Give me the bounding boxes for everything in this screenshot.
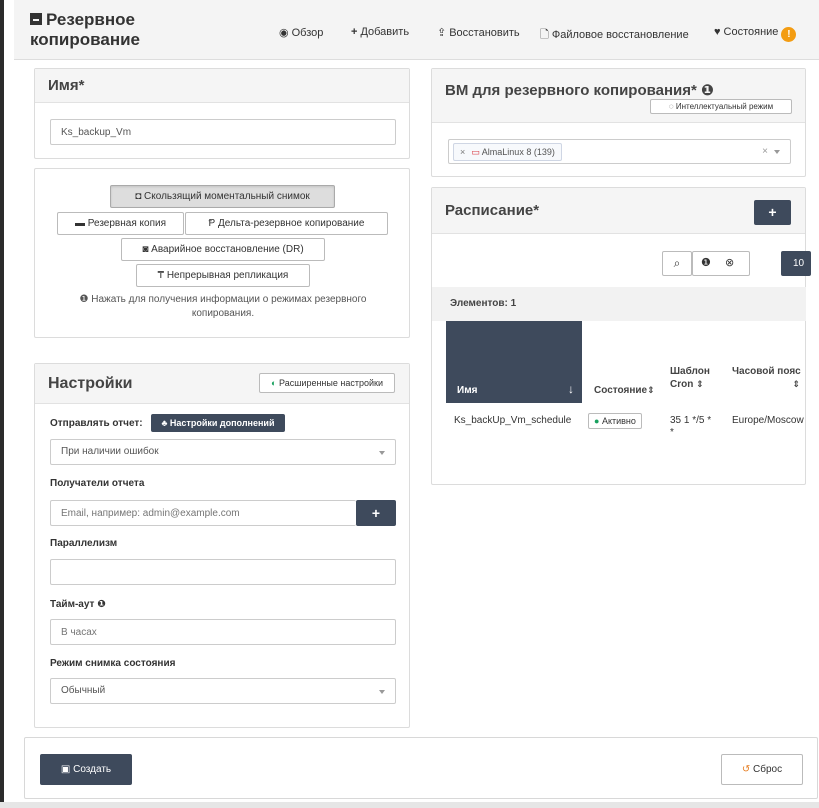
nav-overview[interactable]: ◉ Обзор [279, 26, 323, 39]
mode-delta-backup-button[interactable]: Ᵽ Дельта-резервное копирование [185, 212, 388, 235]
report-label: Отправлять отчет: [50, 418, 143, 429]
delta-icon: Ᵽ [208, 218, 216, 229]
sort-icon: ⇕ [647, 385, 655, 395]
addons-settings-button[interactable]: ♣ Настройки дополнений [151, 414, 285, 432]
nav-file-restore[interactable]: 🗋 Файловое восстановление [540, 26, 689, 45]
window-frame-bottom [0, 802, 819, 808]
replication-icon: ₸ [157, 270, 165, 281]
file-icon: 🗋 [540, 29, 549, 41]
cron-column-header[interactable]: Шаблон Cron ⇕ [670, 365, 716, 391]
parallelism-label: Параллелизм [50, 538, 118, 549]
archive-icon: ▬ [74, 218, 85, 229]
remove-vm-icon[interactable]: × [460, 147, 465, 157]
name-panel: Имя* [34, 68, 410, 159]
eye-icon: ◉ [279, 27, 289, 39]
form-footer: ▣ Создать ↺ Сброс [24, 737, 818, 799]
nav-restore[interactable]: ⇪ Восстановить [437, 26, 520, 39]
clear-filter-icon[interactable]: ⊗ [725, 256, 734, 269]
chevron-down-icon [379, 690, 385, 694]
toggle-on-icon: ◐ [271, 378, 277, 388]
archive-icon [30, 13, 42, 25]
advanced-settings-toggle[interactable]: ◐ Расширенные настройки [259, 373, 395, 393]
puzzle-icon: ♣ [161, 418, 168, 428]
sort-icon: ⇕ [696, 379, 704, 389]
modes-info-link[interactable]: ❶ Нажать для получения информации о режи… [55, 293, 391, 321]
chevron-down-icon [379, 451, 385, 455]
add-schedule-button[interactable]: + [754, 200, 791, 225]
save-icon: ▣ [60, 764, 71, 775]
clear-selection-icon[interactable]: × [762, 140, 768, 164]
plus-icon: + [768, 204, 777, 220]
items-count: Элементов: 1 [450, 298, 517, 309]
state-column-header[interactable]: Состояние⇕ [594, 384, 655, 397]
parallelism-input[interactable] [50, 559, 396, 585]
vms-panel: ВМ для резервного копирования* ❶ ◌ Интел… [431, 68, 806, 177]
info-icon: ❶ [97, 599, 106, 610]
plus-icon: + [371, 505, 381, 521]
mode-replication-button[interactable]: ₸ Непрерывная репликация [136, 264, 310, 287]
page-title: Резервное копирование [30, 10, 141, 49]
info-icon[interactable]: ❶ [701, 256, 711, 269]
info-icon: ❶ [701, 82, 714, 99]
disaster-recovery-icon: ◙ [142, 244, 149, 255]
sorted-column-header[interactable]: Имя ↓ [446, 321, 582, 403]
add-recipient-button[interactable]: + [356, 500, 396, 526]
create-button[interactable]: ▣ Создать [40, 754, 132, 785]
schedule-title: Расписание* [445, 202, 540, 219]
nav-health[interactable]: ♥ Состояние! [714, 26, 797, 42]
plus-icon: + [351, 26, 358, 38]
smart-mode-toggle[interactable]: ◌ Интеллектуальный режим [650, 99, 792, 114]
recipients-label: Получатели отчета [50, 478, 145, 489]
vms-title: ВМ для резервного копирования* ❶ [445, 82, 714, 99]
search-icon: ⌕ [673, 256, 681, 270]
warning-badge: ! [781, 27, 797, 42]
sort-icon: ⇕ [792, 379, 800, 389]
mode-rolling-snapshot-button[interactable]: ◘ Скользящий моментальный снимок [110, 185, 335, 208]
table-row[interactable]: Ks_backUp_Vm_schedule ● Активно 35 1 */5… [432, 403, 806, 465]
upload-icon: ⇪ [437, 27, 447, 39]
timeout-label: Тайм-аут ❶ [50, 599, 106, 610]
report-when-select[interactable]: При наличии ошибок [50, 439, 396, 465]
reset-button[interactable]: ↺ Сброс [721, 754, 803, 785]
undo-icon: ↺ [741, 764, 751, 775]
backup-name-input[interactable] [50, 119, 396, 145]
sort-desc-icon: ↓ [568, 382, 574, 396]
nav-add[interactable]: + Добавить [351, 26, 409, 38]
page-header: Резервное копирование ◉ Обзор + Добавить ⇪… [14, 0, 819, 60]
chevron-down-icon [774, 150, 780, 154]
toggle-off-icon: ◌ [668, 102, 674, 111]
schedule-panel: Расписание* + ⌕ ❶ ⊗ 10 Элементов: 1 Имя … [431, 187, 811, 485]
timeout-input[interactable] [50, 619, 396, 645]
mode-dr-button[interactable]: ◙ Аварийное восстановление (DR) [121, 238, 325, 261]
vm-multiselect[interactable]: × ▭ AlmaLinux 8 (139) × [448, 139, 791, 164]
snapshot-mode-label: Режим снимка состояния [50, 658, 176, 669]
filter-buttons: ❶ ⊗ [692, 251, 750, 276]
name-panel-title: Имя* [48, 77, 85, 94]
settings-panel: Настройки ◐ Расширенные настройки Отправ… [34, 363, 410, 728]
status-dot-icon: ● [594, 416, 600, 426]
modes-panel: ◘ Скользящий моментальный снимок ▬ Резер… [34, 168, 410, 338]
page-size-select[interactable]: 10 [781, 251, 811, 276]
info-icon: ❶ [79, 294, 89, 305]
mode-backup-button[interactable]: ▬ Резервная копия [57, 212, 184, 235]
vm-monitor-icon: ▭ [471, 147, 480, 157]
window-frame [0, 0, 4, 808]
recipients-input[interactable] [50, 500, 356, 526]
snapshot-mode-select[interactable]: Обычный [50, 678, 396, 704]
heartbeat-icon: ♥ [714, 26, 721, 38]
status-badge: ● Активно [588, 413, 642, 429]
vm-tag: × ▭ AlmaLinux 8 (139) [453, 143, 562, 161]
search-button[interactable]: ⌕ [662, 251, 692, 276]
camera-icon: ◘ [135, 191, 142, 202]
timezone-column-header[interactable]: Часовой пояс ⇕ [732, 365, 806, 389]
